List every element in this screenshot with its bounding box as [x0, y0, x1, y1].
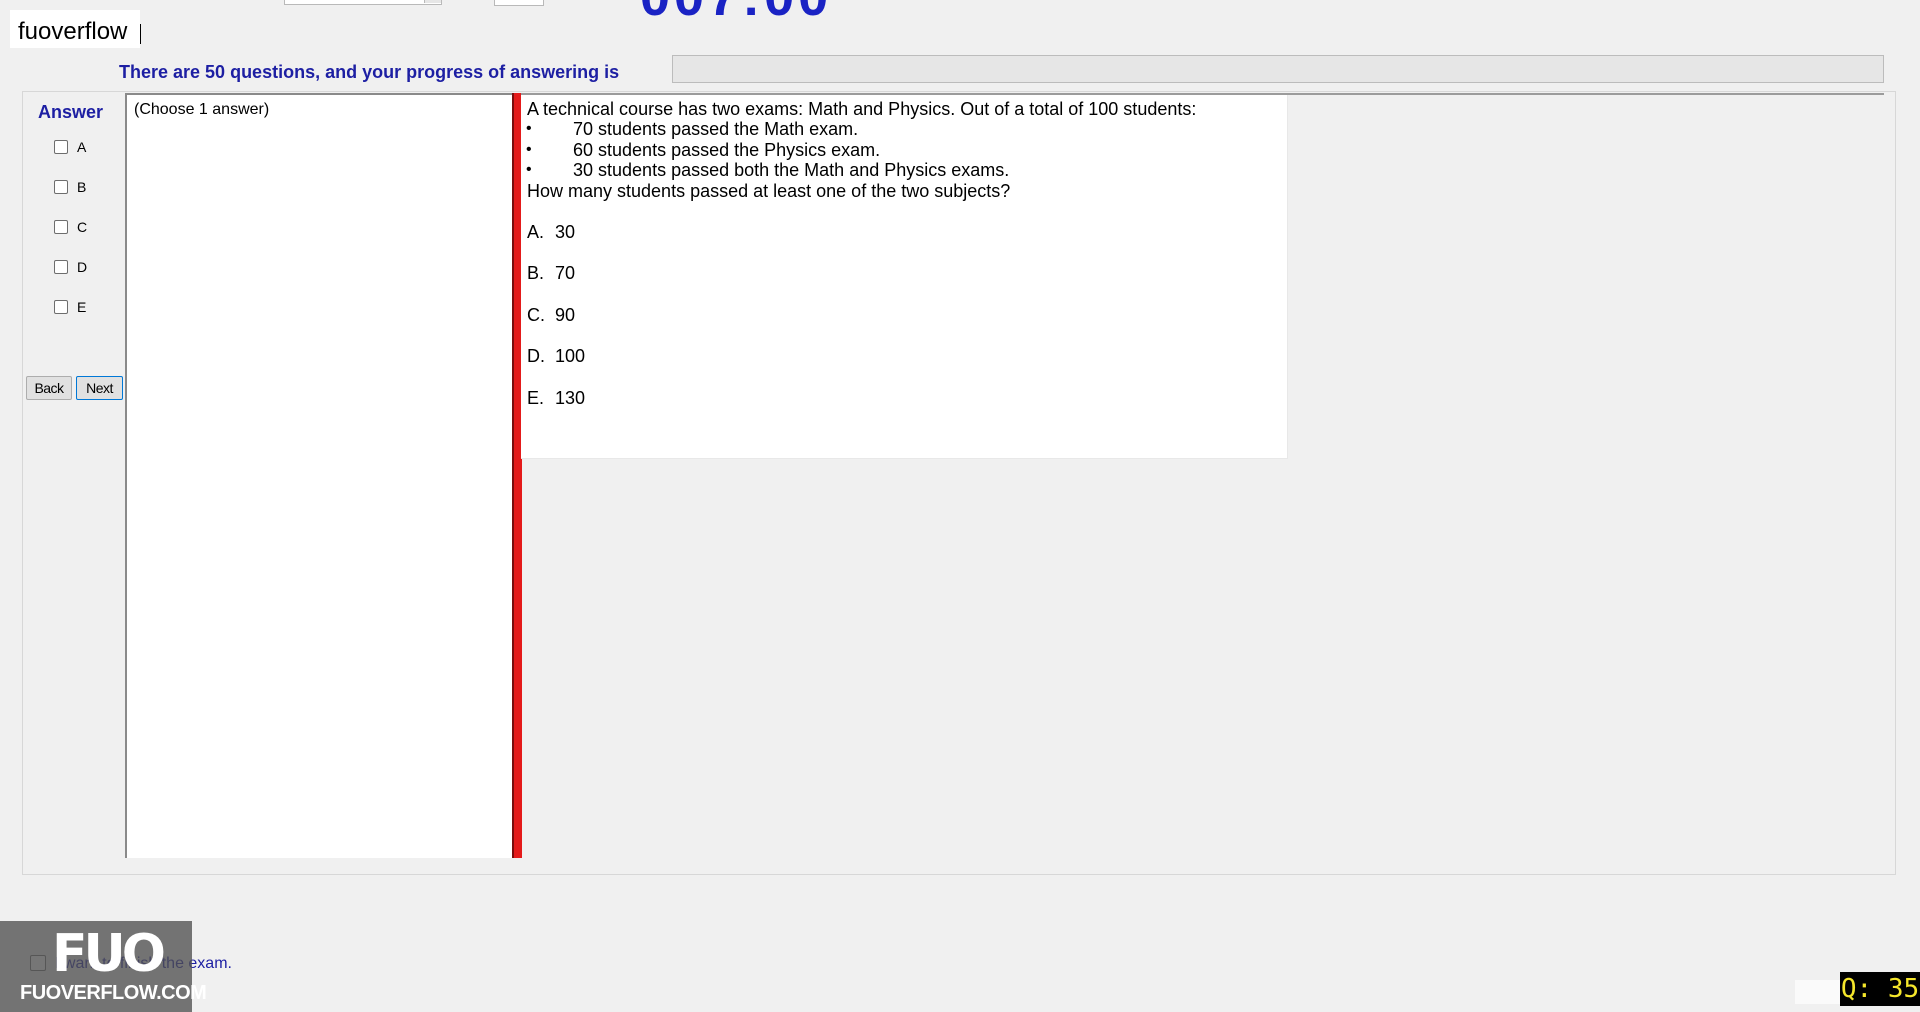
question-bullet: 30 students passed both the Math and Phy… [573, 160, 1010, 180]
progress-label: There are 50 questions, and your progres… [119, 62, 620, 82]
choice-letter: B. [527, 263, 545, 283]
checkbox-icon[interactable] [54, 180, 68, 194]
choice-letter: A. [527, 222, 545, 242]
exam-timer: 007:00 [640, 0, 832, 28]
option-label: E [77, 299, 87, 315]
fuo-logo: FUO [52, 924, 166, 984]
checkbox-icon[interactable] [54, 220, 68, 234]
checkbox-icon[interactable] [54, 140, 68, 154]
answer-heading: Answer [38, 102, 104, 122]
answer-option-c[interactable]: C [54, 219, 87, 235]
splitter-edge [512, 93, 514, 858]
brand-label: fuoverflow [18, 18, 128, 45]
chevron-down-icon[interactable] [424, 0, 441, 3]
bullet-icon: • [526, 120, 532, 137]
option-label: A [77, 139, 87, 155]
question-bullet: 70 students passed the Math exam. [573, 119, 859, 139]
bullet-icon: • [526, 141, 532, 158]
bullet-icon: • [526, 161, 532, 178]
option-label: D [77, 259, 88, 275]
answer-text-box[interactable] [125, 93, 513, 858]
watermark-site: FUOVERFLOW.COM [20, 982, 207, 1004]
choose-hint: (Choose 1 answer) [134, 101, 270, 118]
question-choice: D. 100 [527, 346, 585, 367]
choice-letter: E. [527, 388, 545, 408]
question-bullet: 60 students passed the Physics exam. [573, 140, 881, 160]
top-combo-box[interactable] [284, 0, 442, 5]
question-choice: C. 90 [527, 305, 575, 326]
answer-option-d[interactable]: D [54, 259, 87, 275]
answer-option-b[interactable]: B [54, 179, 86, 195]
back-button[interactable]: Back [26, 376, 72, 400]
choice-text: 90 [555, 305, 576, 325]
question-prompt: How many students passed at least one of… [527, 181, 1011, 201]
question-number-badge: Q: 35 [1840, 972, 1920, 1006]
question-choice: E. 130 [527, 388, 585, 409]
choice-text: 70 [555, 263, 576, 283]
answer-option-e[interactable]: E [54, 299, 86, 315]
choice-text: 130 [555, 388, 586, 408]
progress-bar [672, 55, 1884, 83]
answer-option-a[interactable]: A [54, 139, 86, 155]
checkbox-icon[interactable] [54, 300, 68, 314]
choice-letter: C. [527, 305, 545, 325]
question-choice: A. 30 [527, 222, 575, 243]
option-label: C [77, 219, 88, 235]
option-label: B [77, 179, 87, 195]
checkbox-icon[interactable] [54, 260, 68, 274]
question-intro: A technical course has two exams: Math a… [527, 99, 1197, 119]
badge-backdrop [1795, 980, 1841, 1004]
choice-letter: D. [527, 346, 545, 366]
top-small-field[interactable] [494, 0, 544, 6]
choice-text: 100 [555, 346, 586, 366]
question-choice: B. 70 [527, 263, 575, 284]
choice-text: 30 [555, 222, 576, 242]
text-cursor [140, 24, 141, 44]
next-button[interactable]: Next [76, 376, 123, 400]
